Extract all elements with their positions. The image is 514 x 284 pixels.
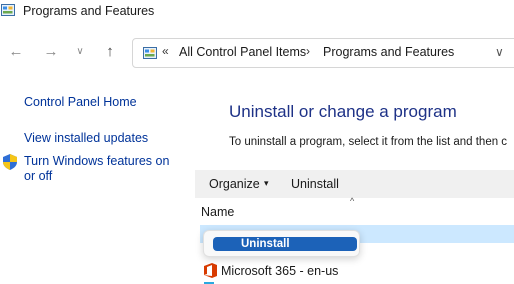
list-item[interactable]: Microsoft 365 - en-us xyxy=(200,262,514,280)
title-bar: Programs and Features xyxy=(0,0,514,24)
breadcrumb-all-control-panel-items[interactable]: All Control Panel Items xyxy=(179,45,306,59)
breadcrumb-programs-and-features[interactable]: Programs and Features xyxy=(323,45,454,59)
control-panel-icon xyxy=(1,4,15,16)
sidebar-link-view-installed-updates[interactable]: View installed updates xyxy=(24,131,148,146)
program-name: Microsoft 365 - en-us xyxy=(221,264,339,278)
window-title: Programs and Features xyxy=(23,4,155,18)
recent-locations-button[interactable]: ∨ xyxy=(72,44,88,60)
uninstall-toolbar-button[interactable]: Uninstall xyxy=(291,177,339,191)
up-button[interactable]: ↑ xyxy=(101,43,119,61)
arrow-right-icon: → xyxy=(43,43,59,60)
command-bar: Organize ▾ Uninstall xyxy=(195,170,514,198)
shield-icon xyxy=(3,154,17,170)
back-button[interactable]: ← xyxy=(7,43,25,61)
page-title: Uninstall or change a program xyxy=(229,102,457,121)
control-panel-icon xyxy=(143,47,157,59)
forward-button[interactable]: → xyxy=(42,43,60,61)
arrow-up-icon: ↑ xyxy=(106,43,114,60)
office-icon xyxy=(204,263,217,278)
breadcrumb-overflow[interactable]: « xyxy=(162,44,169,58)
chevron-down-icon: ∨ xyxy=(76,46,84,57)
context-menu-uninstall-label: Uninstall xyxy=(241,238,290,250)
breadcrumb-separator[interactable]: › xyxy=(306,44,310,58)
organize-button[interactable]: Organize xyxy=(209,177,260,191)
organize-dropdown-icon[interactable]: ▾ xyxy=(264,178,269,189)
context-menu: Uninstall xyxy=(203,230,360,257)
sidebar-link-windows-features[interactable]: Turn Windows features on or off xyxy=(24,154,184,184)
context-menu-uninstall[interactable]: Uninstall xyxy=(213,237,357,251)
chevron-down-icon: ∨ xyxy=(495,45,504,59)
arrow-left-icon: ← xyxy=(8,43,24,60)
column-header-name[interactable]: Name xyxy=(201,205,234,219)
sort-indicator-icon: ^ xyxy=(350,196,355,206)
address-bar[interactable]: « All Control Panel Items › Programs and… xyxy=(132,38,514,68)
address-dropdown-button[interactable]: ∨ xyxy=(495,45,504,59)
page-description: To uninstall a program, select it from t… xyxy=(229,136,508,148)
sidebar-link-control-panel-home[interactable]: Control Panel Home xyxy=(24,95,137,110)
